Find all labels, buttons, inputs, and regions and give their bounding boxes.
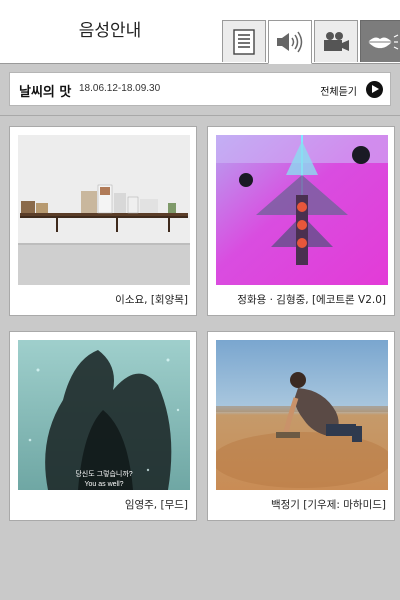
exhibition-title: 날씨의 맛 [19,85,72,100]
video-subtitle-en: You as well? [84,481,123,488]
lips-icon [368,33,399,50]
artwork-image: 당신도 그렇습니까? You as well? [18,340,190,490]
artwork-caption: 임영주, [무드] [124,499,188,511]
artwork-card[interactable]: 당신도 그렇습니까? You as well? 임영주, [무드] [9,331,197,521]
document-icon [233,28,255,55]
play-all-button[interactable] [366,81,383,98]
speaker-icon [277,31,303,53]
artwork-image [18,135,190,285]
artwork-image [216,135,388,285]
artwork-card[interactable]: 이소요, [회양목] [9,126,197,316]
artwork-caption: 백정기 [기우제: 마하미드] [270,499,386,511]
video-camera-icon [324,31,349,51]
artwork-image [216,340,388,490]
tab-video[interactable] [314,20,358,62]
play-all-label[interactable]: 전체듣기 [320,83,357,98]
artwork-caption: 이소요, [회양목] [115,294,188,306]
divider [0,115,400,116]
exhibition-dates: 18.06.12-18.09.30 [79,83,161,94]
exhibition-bar: 날씨의 맛 18.06.12-18.09.30 전체듣기 [9,72,391,106]
tab-document[interactable] [222,20,266,62]
artwork-card[interactable]: 백정기 [기우제: 마하미드] [207,331,395,521]
page-title: 음성안내 [78,21,142,41]
artwork-card[interactable]: 정화용 · 김형중, [에코트론 V2.0] [207,126,395,316]
artwork-caption: 정화용 · 김형중, [에코트론 V2.0] [237,294,386,306]
tab-sign-language[interactable] [360,20,400,62]
app-header: 음성안내 [0,0,400,64]
video-subtitle-ko: 당신도 그렇습니까? [75,469,132,478]
tab-audio[interactable] [268,20,312,64]
